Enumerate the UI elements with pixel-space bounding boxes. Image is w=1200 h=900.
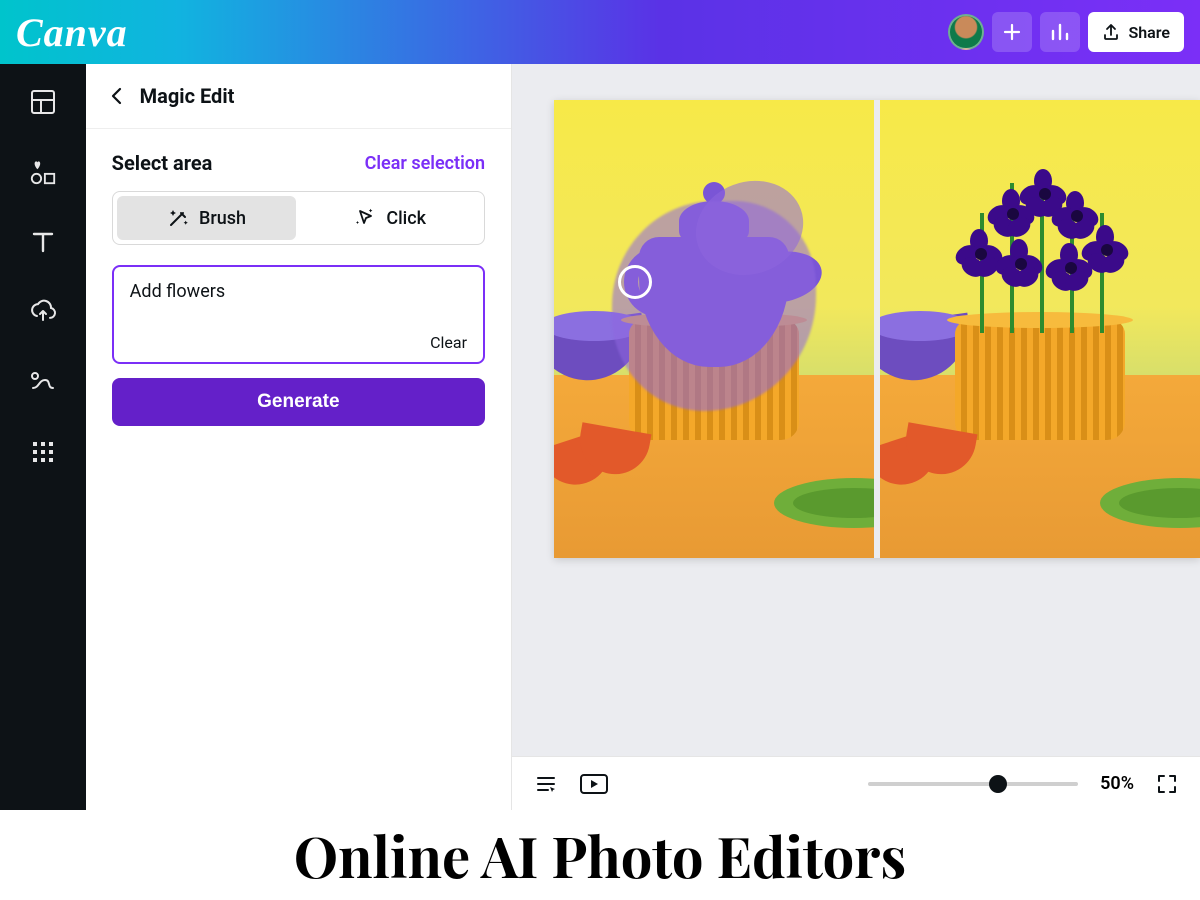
apps-icon[interactable] bbox=[29, 438, 57, 466]
page-headline: Online AI Photo Editors bbox=[0, 810, 1200, 900]
draw-icon[interactable] bbox=[29, 368, 57, 396]
elements-icon[interactable] bbox=[29, 158, 57, 186]
magic-brush-icon bbox=[167, 207, 189, 229]
back-icon[interactable] bbox=[108, 87, 126, 105]
templates-icon[interactable] bbox=[29, 88, 57, 116]
notes-icon[interactable] bbox=[534, 772, 558, 796]
bar-chart-icon bbox=[1049, 21, 1071, 43]
image-comparison bbox=[554, 100, 1200, 558]
plus-icon bbox=[1002, 22, 1022, 42]
click-mode-button[interactable]: Click bbox=[300, 196, 480, 240]
left-rail bbox=[0, 64, 86, 810]
brush-label: Brush bbox=[199, 208, 246, 229]
magic-cursor-icon bbox=[354, 207, 376, 229]
prompt-text[interactable]: Add flowers bbox=[130, 281, 467, 325]
fullscreen-icon[interactable] bbox=[1156, 773, 1178, 795]
clear-selection-button[interactable]: Clear selection bbox=[365, 153, 485, 174]
canvas-area: 50% bbox=[512, 64, 1200, 810]
play-icon bbox=[588, 778, 600, 790]
panel-header: Magic Edit bbox=[86, 64, 511, 129]
top-bar: Canva Share bbox=[0, 0, 1200, 64]
topbar-actions: Share bbox=[948, 12, 1184, 52]
share-label: Share bbox=[1128, 23, 1170, 42]
share-icon bbox=[1102, 23, 1120, 41]
zoom-slider[interactable] bbox=[868, 782, 1078, 786]
generate-button[interactable]: Generate bbox=[112, 378, 485, 426]
present-button[interactable] bbox=[580, 774, 608, 794]
image-before[interactable] bbox=[554, 100, 874, 558]
text-icon[interactable] bbox=[29, 228, 57, 256]
panel-title: Magic Edit bbox=[140, 84, 235, 108]
avatar[interactable] bbox=[948, 14, 984, 50]
selection-mode-segment: Brush Click bbox=[112, 191, 485, 245]
prompt-clear-button[interactable]: Clear bbox=[130, 325, 467, 352]
create-button[interactable] bbox=[992, 12, 1032, 52]
select-area-label: Select area bbox=[112, 151, 213, 175]
image-after[interactable] bbox=[880, 100, 1200, 558]
brand-logo: Canva bbox=[16, 9, 128, 56]
insights-button[interactable] bbox=[1040, 12, 1080, 52]
zoom-thumb[interactable] bbox=[989, 775, 1007, 793]
share-button[interactable]: Share bbox=[1088, 12, 1184, 52]
magic-edit-panel: Magic Edit Select area Clear selection B… bbox=[86, 64, 512, 810]
brush-cursor-indicator bbox=[618, 265, 652, 299]
brush-mode-button[interactable]: Brush bbox=[117, 196, 297, 240]
canvas[interactable] bbox=[512, 64, 1200, 756]
click-label: Click bbox=[386, 208, 426, 229]
canvas-statusbar: 50% bbox=[512, 756, 1200, 810]
zoom-label: 50% bbox=[1100, 773, 1134, 794]
prompt-input[interactable]: Add flowers Clear bbox=[112, 265, 485, 364]
main: Magic Edit Select area Clear selection B… bbox=[0, 64, 1200, 810]
uploads-icon[interactable] bbox=[29, 298, 57, 326]
